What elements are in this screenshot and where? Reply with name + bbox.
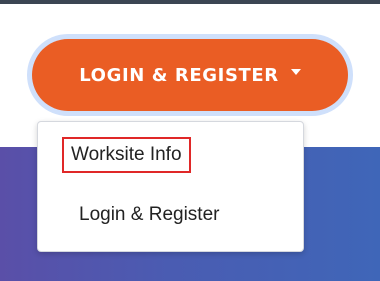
menu-item-worksite-info[interactable]: Worksite Info: [62, 137, 191, 173]
top-divider: [0, 0, 380, 4]
login-register-dropdown-button[interactable]: LOGIN & REGISTER: [32, 39, 348, 111]
caret-down-icon: [290, 69, 301, 75]
menu-item-login-register[interactable]: Login & Register: [79, 202, 219, 228]
dropdown-menu: Worksite Info Login & Register: [37, 121, 304, 252]
login-register-button-label: LOGIN & REGISTER: [79, 64, 279, 86]
